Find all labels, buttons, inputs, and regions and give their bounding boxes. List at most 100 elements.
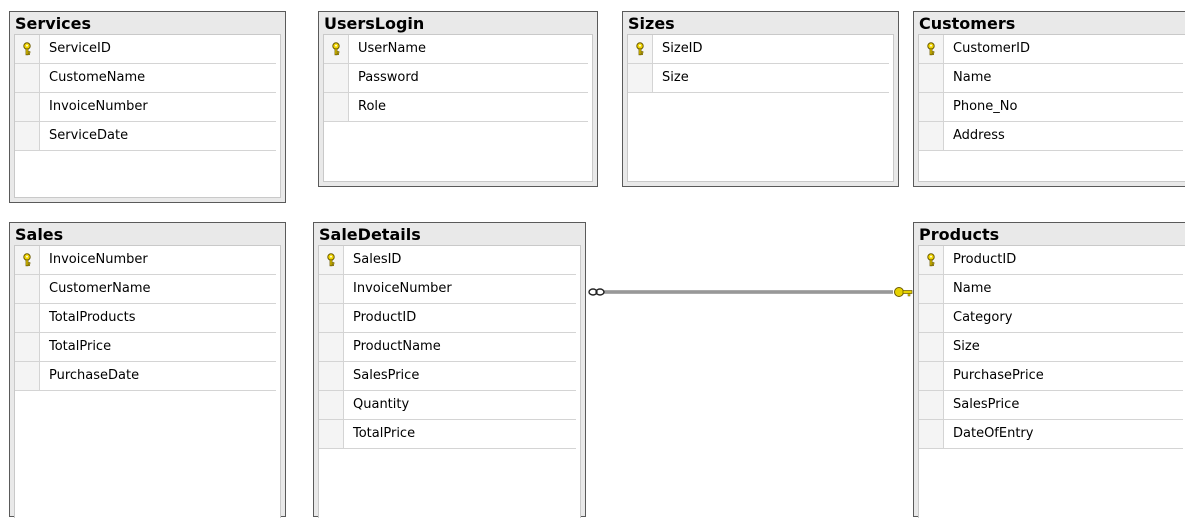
row-selector[interactable]	[319, 391, 344, 419]
column-row[interactable]: SizeID	[628, 35, 889, 64]
table-title[interactable]: SaleDetails	[314, 223, 585, 245]
column-row[interactable]: ProductID	[919, 246, 1183, 275]
row-selector[interactable]	[324, 93, 349, 121]
column-row[interactable]: PurchaseDate	[15, 362, 276, 391]
table-title[interactable]: Sizes	[623, 12, 898, 34]
row-selector[interactable]	[15, 304, 40, 332]
column-row[interactable]: ServiceDate	[15, 122, 276, 151]
column-row[interactable]: ProductName	[319, 333, 576, 362]
column-name: Address	[953, 128, 1005, 143]
column-name: PurchaseDate	[49, 368, 140, 383]
column-row[interactable]: Password	[324, 64, 588, 93]
row-selector[interactable]	[324, 64, 349, 92]
column-row[interactable]: Quantity	[319, 391, 576, 420]
column-row[interactable]: PurchasePrice	[919, 362, 1183, 391]
table-title[interactable]: Sales	[10, 223, 285, 245]
table-products[interactable]: Products ProductID Name Category Size Purchas…	[913, 222, 1185, 518]
column-name: ProductID	[353, 310, 417, 325]
primary-key-icon	[23, 42, 31, 56]
table-userslogin[interactable]: UsersLogin UserName Password Role	[318, 11, 598, 187]
column-row[interactable]: Category	[919, 304, 1183, 333]
column-row[interactable]: Phone_No	[919, 93, 1183, 122]
column-list: ServiceID CustomeName InvoiceNumber Service…	[14, 34, 281, 198]
column-name: Role	[358, 99, 387, 114]
row-selector[interactable]	[15, 35, 40, 63]
row-selector[interactable]	[919, 362, 944, 390]
column-row[interactable]: TotalPrice	[15, 333, 276, 362]
column-row[interactable]: CustomerID	[919, 35, 1183, 64]
column-row[interactable]: CustomerName	[15, 275, 276, 304]
row-selector[interactable]	[319, 333, 344, 361]
column-row[interactable]: ProductID	[319, 304, 576, 333]
table-title[interactable]: Customers	[914, 12, 1185, 34]
row-selector[interactable]	[919, 35, 944, 63]
primary-key-icon	[927, 42, 935, 56]
column-row[interactable]: SalesPrice	[319, 362, 576, 391]
column-row[interactable]: ServiceID	[15, 35, 276, 64]
row-selector[interactable]	[919, 304, 944, 332]
column-row[interactable]: InvoiceNumber	[15, 93, 276, 122]
row-selector[interactable]	[919, 391, 944, 419]
column-row[interactable]: InvoiceNumber	[15, 246, 276, 275]
row-selector[interactable]	[15, 122, 40, 150]
table-title[interactable]: UsersLogin	[319, 12, 597, 34]
row-selector[interactable]	[919, 93, 944, 121]
row-selector[interactable]	[15, 64, 40, 92]
primary-key-icon	[636, 42, 644, 56]
column-row[interactable]: CustomeName	[15, 64, 276, 93]
column-row[interactable]: Size	[628, 64, 889, 93]
row-selector[interactable]	[919, 420, 944, 448]
column-name: InvoiceNumber	[353, 281, 452, 296]
row-selector[interactable]	[15, 362, 40, 390]
column-name: InvoiceNumber	[49, 99, 148, 114]
row-selector[interactable]	[919, 122, 944, 150]
row-selector[interactable]	[919, 246, 944, 274]
column-name: DateOfEntry	[953, 426, 1034, 441]
column-list: InvoiceNumber CustomerName TotalProducts To…	[14, 245, 281, 518]
column-list: UserName Password Role	[323, 34, 593, 182]
column-row[interactable]: Role	[324, 93, 588, 122]
row-selector[interactable]	[319, 420, 344, 448]
row-selector[interactable]	[628, 64, 653, 92]
row-selector[interactable]	[319, 362, 344, 390]
row-selector[interactable]	[15, 333, 40, 361]
primary-key-icon	[927, 253, 935, 267]
column-row[interactable]: Address	[919, 122, 1183, 151]
primary-key-icon	[23, 253, 31, 267]
row-selector[interactable]	[628, 35, 653, 63]
row-selector[interactable]	[15, 275, 40, 303]
column-row[interactable]: TotalProducts	[15, 304, 276, 333]
row-selector[interactable]	[324, 35, 349, 63]
table-saledetails[interactable]: SaleDetails SalesID InvoiceNumber ProductID…	[313, 222, 586, 518]
column-row[interactable]: TotalPrice	[319, 420, 576, 449]
column-row[interactable]: UserName	[324, 35, 588, 64]
row-selector[interactable]	[919, 64, 944, 92]
row-selector[interactable]	[919, 275, 944, 303]
column-name: SalesPrice	[953, 397, 1020, 412]
column-row[interactable]: InvoiceNumber	[319, 275, 576, 304]
table-title[interactable]: Services	[10, 12, 285, 34]
column-row[interactable]: Name	[919, 64, 1183, 93]
column-name: TotalPrice	[49, 339, 112, 354]
table-customers[interactable]: Customers CustomerID Name Phone_No Address	[913, 11, 1185, 187]
column-row[interactable]: DateOfEntry	[919, 420, 1183, 449]
column-row[interactable]: Size	[919, 333, 1183, 362]
table-sizes[interactable]: Sizes SizeID Size	[622, 11, 899, 187]
row-selector[interactable]	[319, 304, 344, 332]
row-selector[interactable]	[15, 93, 40, 121]
table-title[interactable]: Products	[914, 223, 1185, 245]
column-row[interactable]: Name	[919, 275, 1183, 304]
table-sales[interactable]: Sales InvoiceNumber CustomerName TotalProdu…	[9, 222, 286, 518]
row-selector[interactable]	[15, 246, 40, 274]
column-name: Quantity	[353, 397, 410, 412]
column-name: SalesPrice	[353, 368, 420, 383]
primary-key-icon	[327, 253, 335, 267]
row-selector[interactable]	[319, 246, 344, 274]
row-selector[interactable]	[919, 333, 944, 361]
row-selector[interactable]	[319, 275, 344, 303]
column-name: Category	[953, 310, 1013, 325]
column-row[interactable]: SalesID	[319, 246, 576, 275]
column-row[interactable]: SalesPrice	[919, 391, 1183, 420]
column-name: CustomeName	[49, 70, 146, 85]
table-services[interactable]: Services ServiceID CustomeName InvoiceNumbe…	[9, 11, 286, 203]
